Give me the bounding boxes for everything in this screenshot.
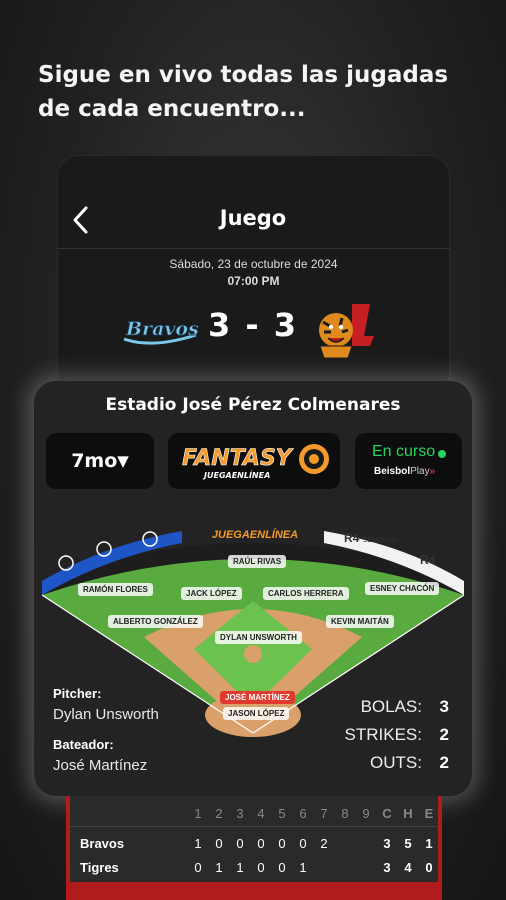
player-batter[interactable]: JOSÉ MARTÍNEZ <box>220 691 295 704</box>
inning-score: 1 <box>236 860 244 875</box>
headline: Sigue en vivo todas las jugadas de cada … <box>38 62 449 122</box>
pitcher-label: Pitcher: <box>53 686 102 701</box>
inning-score: 0 <box>299 836 307 851</box>
game-date: Sábado, 23 de octubre de 2024 <box>169 257 338 271</box>
balls-count: 3 <box>439 697 449 716</box>
inning-header: 9 <box>362 806 370 821</box>
inning-score: 0 <box>257 860 265 875</box>
player-right-field[interactable]: ESNEY CHACÓN <box>365 582 440 595</box>
runs-total: 3 <box>383 860 391 875</box>
player-catcher[interactable]: JASON LÓPEZ <box>223 707 290 720</box>
totals-header: E <box>424 806 434 821</box>
inning-score: 0 <box>257 836 265 851</box>
fantasy-logo: FANTASY JUEGAENLÍNEA <box>182 444 329 480</box>
hits-total: 4 <box>404 860 412 875</box>
pitcher-name: Dylan Unsworth <box>53 706 159 723</box>
status-label: En curso <box>372 443 436 460</box>
inning-score: 1 <box>194 836 202 851</box>
fantasy-banner[interactable]: FANTASY JUEGAENLÍNEA <box>168 433 340 489</box>
batter-label: Bateador: <box>53 737 114 752</box>
live-game-card: Estadio José Pérez Colmenares 7mo ▼ FANTA… <box>34 381 472 796</box>
page-title: Juego <box>219 206 287 230</box>
strikes-count: 2 <box>439 725 449 744</box>
balls-label: BOLAS: <box>360 697 422 716</box>
inning-score: 0 <box>236 836 244 851</box>
sponsor-icon <box>58 555 74 571</box>
stadium-name: Estadio José Pérez Colmenares <box>105 395 401 415</box>
strikes-label: STRIKES: <box>344 725 422 744</box>
inning-score: 0 <box>194 860 202 875</box>
hits-total: 5 <box>404 836 412 851</box>
live-status-badge: En curso BeisbolPlay» <box>355 433 462 489</box>
inning-header: 2 <box>215 806 223 821</box>
bravos-logo: Bravos <box>123 318 198 345</box>
tigres-logo <box>319 304 374 359</box>
svg-text:FANTASY: FANTASY <box>182 446 294 471</box>
inning-header: 5 <box>278 806 286 821</box>
inning-header: 6 <box>299 806 307 821</box>
player-first-base[interactable]: KEVIN MAITÁN <box>326 615 394 628</box>
inning-score: 1 <box>299 860 307 875</box>
player-pitcher[interactable]: DYLAN UNSWORTH <box>215 631 302 644</box>
inning-selector[interactable]: 7mo ▼ <box>46 433 154 489</box>
scoreboard-divider <box>70 826 438 827</box>
errors-total: 0 <box>425 860 433 875</box>
player-third-base[interactable]: ALBERTO GONZÁLEZ <box>108 615 203 628</box>
beisbolplay-logo: BeisbolPlay» <box>374 466 436 477</box>
inning-score: 2 <box>320 836 328 851</box>
totals-header: C <box>382 806 392 821</box>
team-name: Tigres <box>80 860 119 875</box>
batter-name: José Martínez <box>53 757 148 774</box>
inning-score: 0 <box>278 860 286 875</box>
inning-header: 3 <box>236 806 244 821</box>
inning-header: 7 <box>320 806 328 821</box>
svg-text:JUEGAENLÍNEA: JUEGAENLÍNEA <box>202 469 270 480</box>
svg-text:Bravos: Bravos <box>125 318 198 340</box>
inning-score: 0 <box>215 836 223 851</box>
inning-label: 7mo <box>71 450 118 472</box>
inning-score: 0 <box>278 836 286 851</box>
juegaenlinea-banner: JUEGAENLÍNEA <box>211 529 299 541</box>
inning-header: 1 <box>194 806 202 821</box>
team-name: Bravos <box>80 836 125 851</box>
player-second-base[interactable]: CARLOS HERRERA <box>263 587 349 600</box>
header-divider <box>57 248 450 249</box>
errors-total: 1 <box>425 836 433 851</box>
r4-logo: R4 SENCILLO <box>344 531 398 545</box>
game-score: 3 - 3 <box>207 306 299 344</box>
game-time: 07:00 PM <box>227 274 280 288</box>
inning-score: 1 <box>215 860 223 875</box>
player-shortstop[interactable]: JACK LÓPEZ <box>181 587 242 600</box>
scoreboard-footer <box>66 886 442 900</box>
scoreboard: 1 2 3 4 5 6 7 8 9 C H E Bravos 1 0 0 0 0… <box>66 796 442 886</box>
back-arrow-icon[interactable] <box>70 204 92 236</box>
runs-total: 3 <box>383 836 391 851</box>
r4-logo: R4 <box>420 553 436 567</box>
live-dot-icon <box>438 450 446 458</box>
player-left-field[interactable]: RAMÓN FLORES <box>78 583 153 596</box>
inning-header: 4 <box>257 806 265 821</box>
chevron-down-icon: ▼ <box>117 452 129 470</box>
inning-header: 8 <box>341 806 349 821</box>
totals-header: H <box>403 806 413 821</box>
outs-count: 2 <box>439 753 449 772</box>
player-center-field[interactable]: RAÚL RIVAS <box>228 555 287 568</box>
outs-label: OUTS: <box>370 753 422 772</box>
